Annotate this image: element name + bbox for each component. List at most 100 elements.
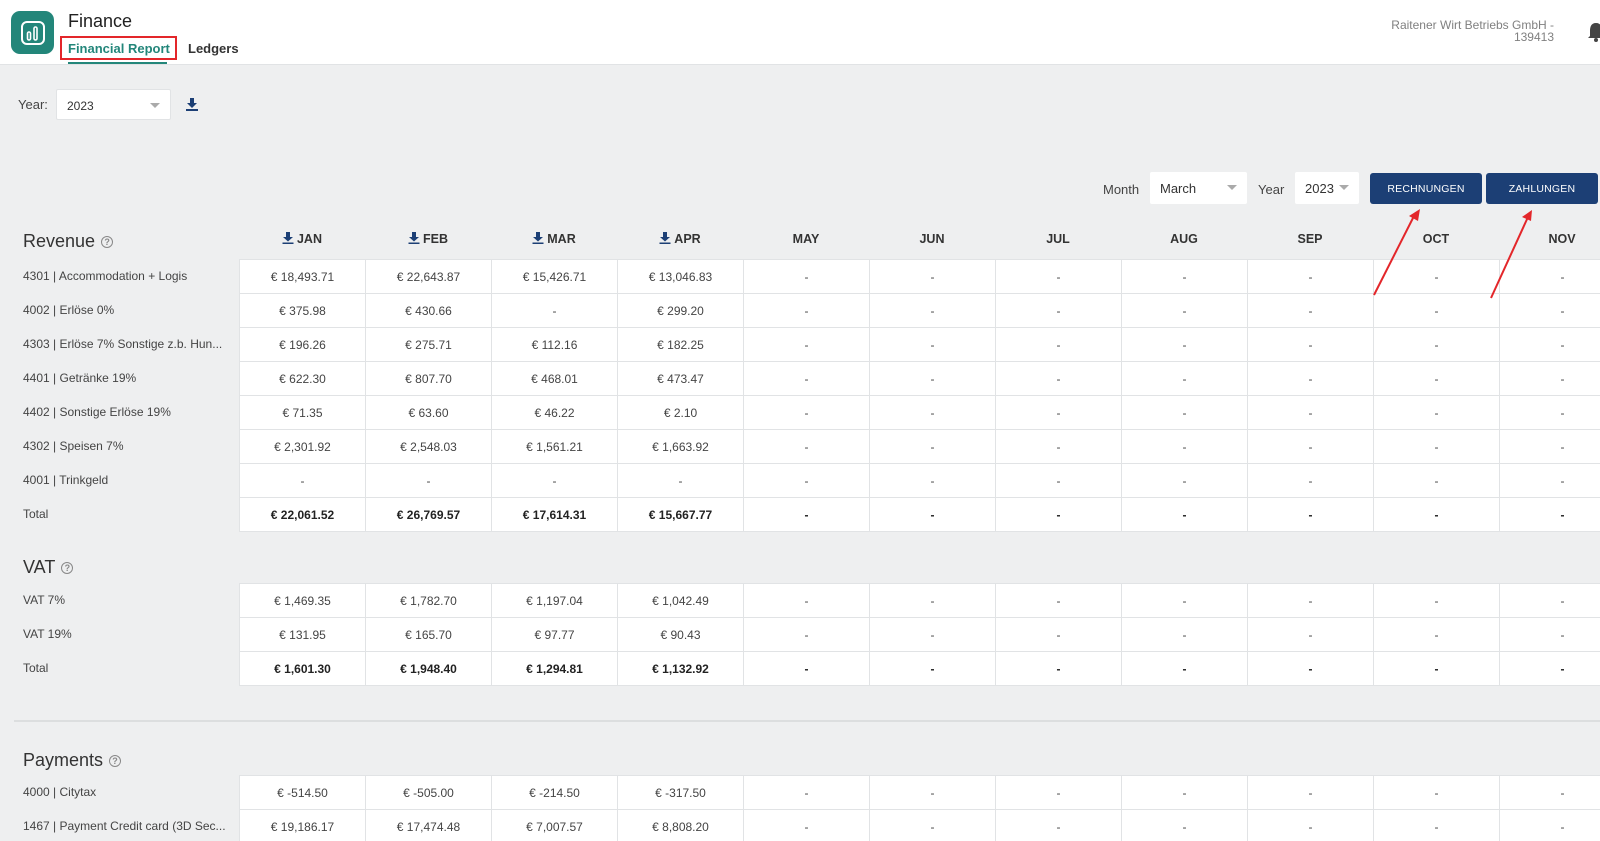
table-cell-sep: - xyxy=(1247,294,1373,327)
total-row: € 22,061.52 € 26,769.57 € 17,614.31 € 15,66… xyxy=(239,498,1600,532)
chevron-down-icon xyxy=(1339,185,1349,190)
question-circle-icon[interactable]: ? xyxy=(109,755,122,768)
table-cell-jan: € 375.98 xyxy=(239,294,365,327)
zahlungen-button[interactable]: ZAHLUNGEN xyxy=(1486,173,1598,204)
vat-table: € 1,469.35 € 1,782.70 € 1,197.04 € 1,042.49… xyxy=(239,583,1600,686)
table-cell-apr: € 299.20 xyxy=(617,294,743,327)
table-cell-oct: - xyxy=(1373,396,1499,429)
table-cell-oct: - xyxy=(1373,498,1499,531)
table-cell-apr: € 2.10 xyxy=(617,396,743,429)
table-cell-jan: € 71.35 xyxy=(239,396,365,429)
question-circle-icon[interactable]: ? xyxy=(61,562,74,575)
table-cell-mar: € 1,197.04 xyxy=(491,584,617,617)
table-cell-apr: € 13,046.83 xyxy=(617,260,743,293)
table-cell-mar: - xyxy=(491,294,617,327)
table-row: € 18,493.71 € 22,643.87 € 15,426.71 € 13,04… xyxy=(239,260,1600,294)
column-header-apr[interactable]: APR xyxy=(617,232,743,246)
table-cell-jul: - xyxy=(995,294,1121,327)
column-header-label: AUG xyxy=(1170,232,1198,246)
table-cell-jul: - xyxy=(995,652,1121,685)
account-row-label: VAT 19% xyxy=(23,627,72,641)
table-cell-jan: € 131.95 xyxy=(239,618,365,651)
table-cell-feb: - xyxy=(365,464,491,497)
table-cell-apr: € 90.43 xyxy=(617,618,743,651)
table-cell-aug: - xyxy=(1121,618,1247,651)
table-cell-jan: € 2,301.92 xyxy=(239,430,365,463)
table-row: € 1,469.35 € 1,782.70 € 1,197.04 € 1,042.49… xyxy=(239,584,1600,618)
table-cell-jul: - xyxy=(995,618,1121,651)
year-select[interactable]: 2023 xyxy=(56,89,171,120)
table-cell-may: - xyxy=(743,810,869,841)
table-cell-nov: - xyxy=(1499,498,1600,531)
question-circle-icon[interactable]: ? xyxy=(101,236,114,249)
table-cell-apr: € -317.50 xyxy=(617,776,743,809)
table-cell-feb: € 26,769.57 xyxy=(365,498,491,531)
table-cell-nov: - xyxy=(1499,618,1600,651)
active-tab-indicator xyxy=(68,62,167,64)
table-cell-aug: - xyxy=(1121,584,1247,617)
column-header-label: APR xyxy=(674,232,701,246)
column-header-jul: JUL xyxy=(995,232,1121,246)
table-cell-jul: - xyxy=(995,584,1121,617)
annotation-arrowhead xyxy=(1409,209,1420,221)
table-cell-sep: - xyxy=(1247,464,1373,497)
table-cell-nov: - xyxy=(1499,584,1600,617)
table-cell-jun: - xyxy=(869,810,995,841)
table-cell-feb: € 275.71 xyxy=(365,328,491,361)
table-cell-jan: - xyxy=(239,464,365,497)
download-icon[interactable] xyxy=(659,232,671,244)
download-icon[interactable] xyxy=(185,97,199,111)
table-cell-nov: - xyxy=(1499,464,1600,497)
table-cell-aug: - xyxy=(1121,260,1247,293)
table-cell-jul: - xyxy=(995,498,1121,531)
download-icon[interactable] xyxy=(532,232,544,244)
year2-select[interactable]: 2023 xyxy=(1295,172,1359,204)
table-cell-nov: - xyxy=(1499,294,1600,327)
table-cell-aug: - xyxy=(1121,810,1247,841)
bell-icon[interactable] xyxy=(1586,20,1600,44)
finance-app-icon[interactable] xyxy=(11,11,54,54)
table-cell-nov: - xyxy=(1499,396,1600,429)
column-header-mar[interactable]: MAR xyxy=(491,232,617,246)
column-header-label: FEB xyxy=(423,232,448,246)
column-header-label: JAN xyxy=(296,232,322,246)
download-icon[interactable] xyxy=(282,232,294,244)
table-cell-oct: - xyxy=(1373,464,1499,497)
month-select[interactable]: March xyxy=(1150,172,1247,204)
tab-ledgers[interactable]: Ledgers xyxy=(188,41,239,56)
vat-section-title: VAT? xyxy=(23,557,74,578)
vat-title-text: VAT xyxy=(23,557,56,577)
app-header: Finance Financial Report Ledgers Raitene… xyxy=(0,0,1600,65)
table-cell-sep: - xyxy=(1247,498,1373,531)
table-cell-jun: - xyxy=(869,618,995,651)
rechnungen-button[interactable]: RECHNUNGEN xyxy=(1370,173,1482,204)
total-row: € 1,601.30 € 1,948.40 € 1,294.81 € 1,132.92… xyxy=(239,652,1600,686)
account-row-label: 1467 | Payment Credit card (3D Sec... xyxy=(23,819,226,833)
table-row: € 131.95 € 165.70 € 97.77 € 90.43- - - - - - - xyxy=(239,618,1600,652)
account-row-label: 4302 | Speisen 7% xyxy=(23,439,124,453)
column-header-feb[interactable]: FEB xyxy=(365,232,491,246)
download-icon[interactable] xyxy=(408,232,420,244)
table-row: € 622.30 € 807.70 € 468.01 € 473.47- - - - - - - xyxy=(239,362,1600,396)
table-cell-may: - xyxy=(743,618,869,651)
table-cell-oct: - xyxy=(1373,430,1499,463)
table-cell-jun: - xyxy=(869,776,995,809)
account-row-label: VAT 7% xyxy=(23,593,66,607)
table-cell-may: - xyxy=(743,464,869,497)
table-row: € 2,301.92 € 2,548.03 € 1,561.21 € 1,663.92… xyxy=(239,430,1600,464)
table-row: € 375.98 € 430.66- € 299.20- - - - - - - xyxy=(239,294,1600,328)
table-cell-aug: - xyxy=(1121,464,1247,497)
table-cell-mar: € 112.16 xyxy=(491,328,617,361)
table-cell-aug: - xyxy=(1121,328,1247,361)
column-header-jan[interactable]: JAN xyxy=(239,232,365,246)
column-header-may: MAY xyxy=(743,232,869,246)
table-cell-mar: - xyxy=(491,464,617,497)
table-cell-oct: - xyxy=(1373,776,1499,809)
table-cell-apr: € 15,667.77 xyxy=(617,498,743,531)
table-cell-sep: - xyxy=(1247,776,1373,809)
table-cell-jun: - xyxy=(869,362,995,395)
table-cell-jan: € 18,493.71 xyxy=(239,260,365,293)
account-row-label: 4301 | Accommodation + Logis xyxy=(23,269,188,283)
table-cell-aug: - xyxy=(1121,430,1247,463)
table-cell-jun: - xyxy=(869,430,995,463)
